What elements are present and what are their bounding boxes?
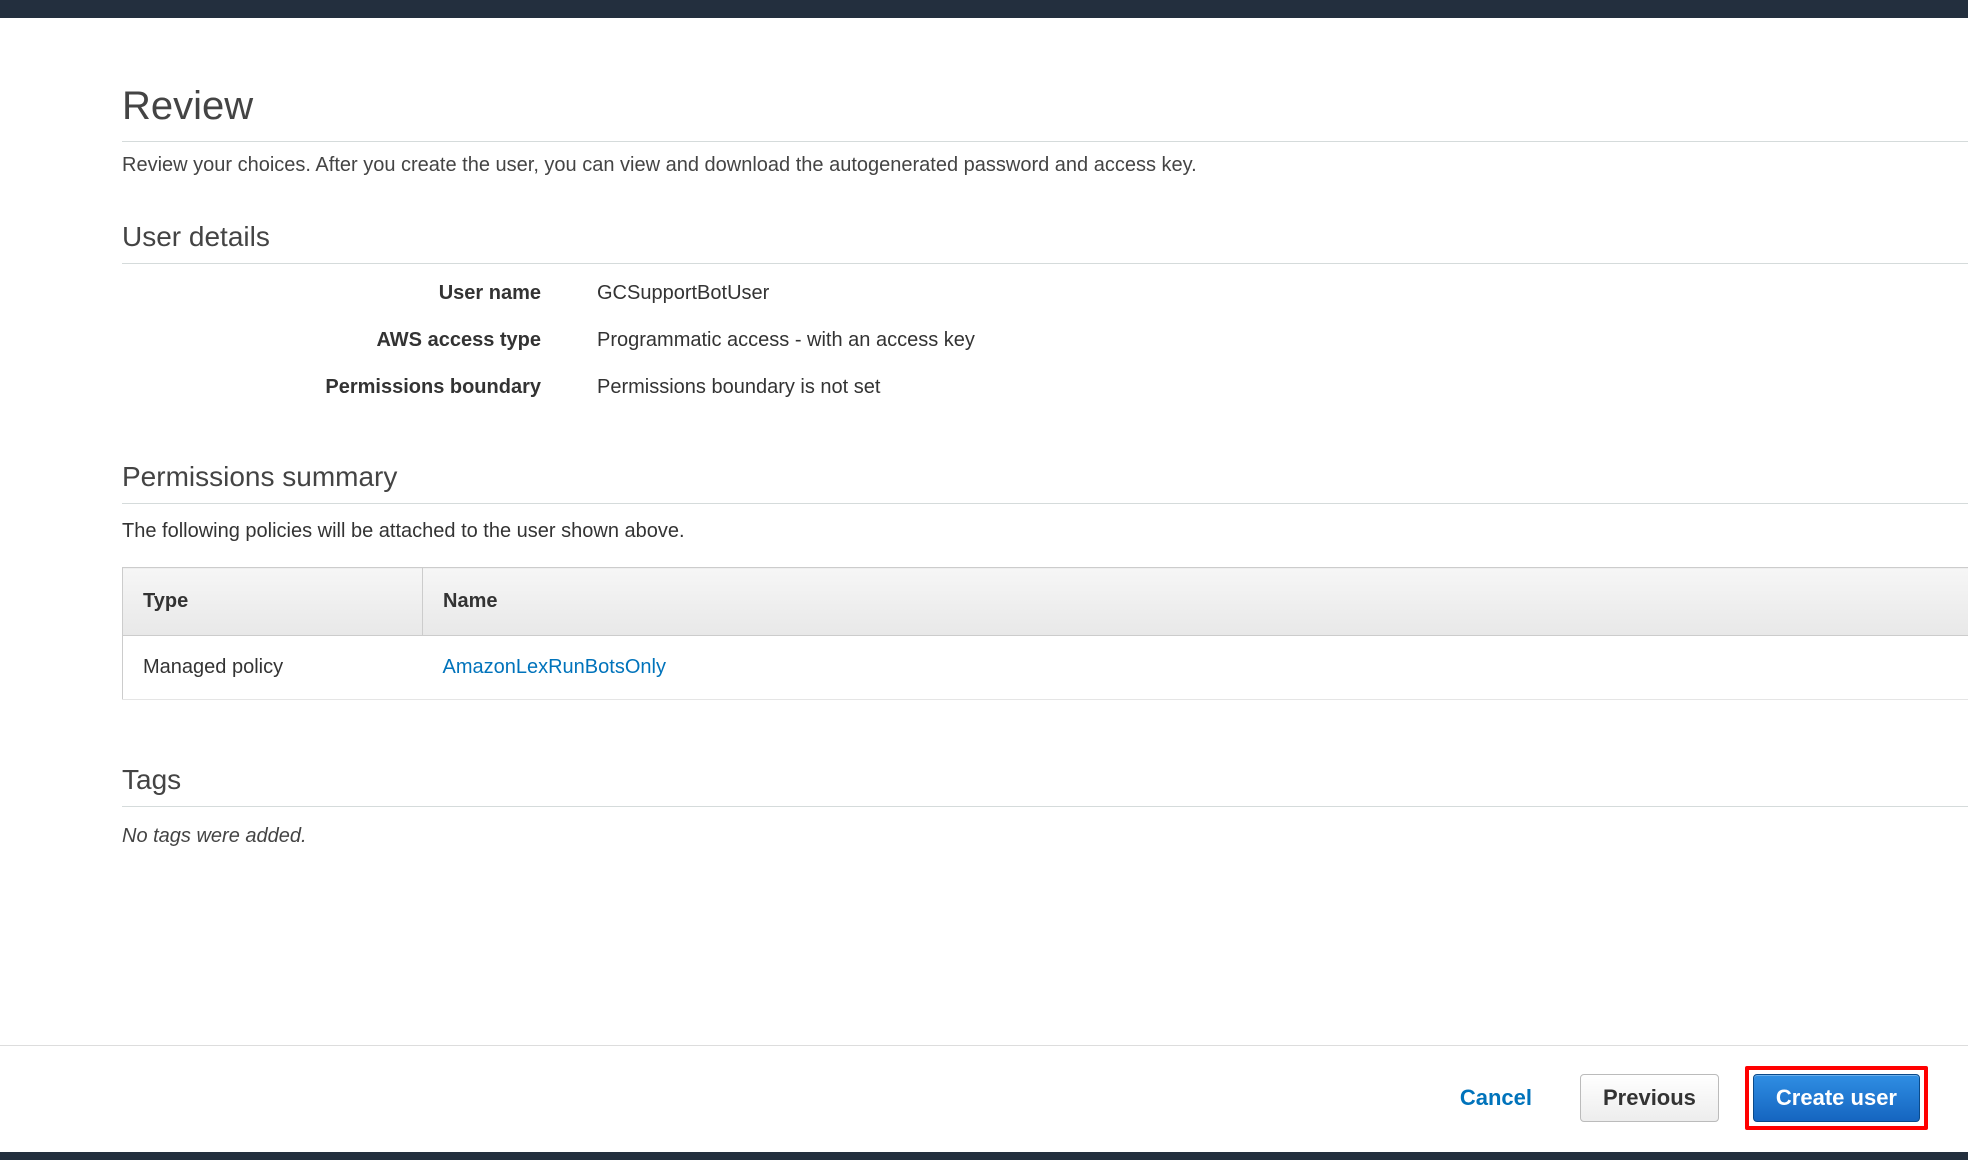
permissions-description: The following policies will be attached … [122,520,1968,543]
detail-row-access-type: AWS access type Programmatic access - wi… [122,329,1968,352]
detail-label: AWS access type [122,329,597,352]
user-details-heading: User details [122,221,1968,264]
page-description: Review your choices. After you create th… [122,154,1968,177]
detail-row-permissions-boundary: Permissions boundary Permissions boundar… [122,376,1968,399]
policy-table: Type Name Managed policy AmazonLexRunBot… [122,567,1968,700]
detail-value: Permissions boundary is not set [597,376,1968,399]
tags-section: Tags No tags were added. [122,764,1968,848]
create-user-button[interactable]: Create user [1753,1074,1920,1122]
tags-empty-text: No tags were added. [122,825,1968,848]
cancel-button[interactable]: Cancel [1438,1075,1554,1121]
wizard-footer: Cancel Previous Create user [0,1045,1968,1152]
page-title: Review [122,84,1968,142]
tags-heading: Tags [122,764,1968,807]
policy-name-cell: AmazonLexRunBotsOnly [423,636,1968,700]
detail-value: Programmatic access - with an access key [597,329,1968,352]
detail-label: User name [122,282,597,305]
policy-col-name: Name [423,568,1968,636]
previous-button[interactable]: Previous [1580,1074,1719,1122]
detail-row-username: User name GCSupportBotUser [122,282,1968,305]
policy-link[interactable]: AmazonLexRunBotsOnly [443,656,666,678]
policy-row: Managed policy AmazonLexRunBotsOnly [123,636,1968,700]
create-user-highlight: Create user [1745,1066,1928,1130]
detail-label: Permissions boundary [122,376,597,399]
top-app-bar [0,0,1968,18]
policy-type: Managed policy [123,636,423,700]
permissions-heading: Permissions summary [122,461,1968,504]
main-content: Review Review your choices. After you cr… [0,18,1968,848]
bottom-app-bar [0,1152,1968,1160]
user-details-table: User name GCSupportBotUser AWS access ty… [122,282,1968,399]
policy-col-type: Type [123,568,423,636]
detail-value: GCSupportBotUser [597,282,1968,305]
